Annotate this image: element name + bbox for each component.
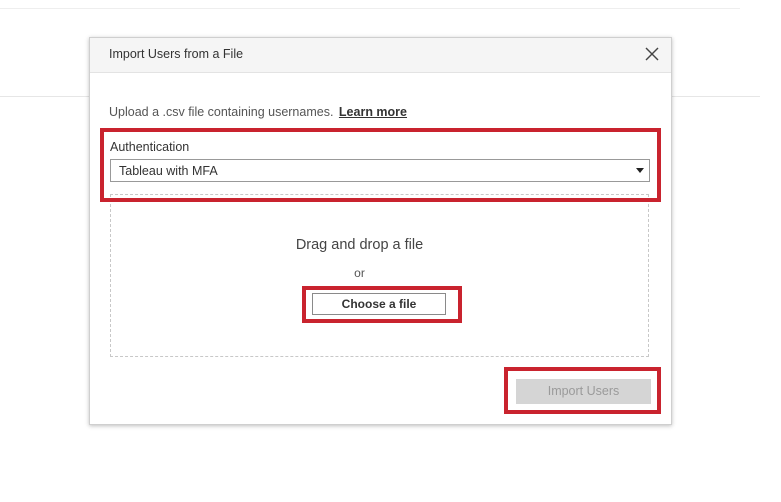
chevron-down-icon xyxy=(636,168,644,173)
learn-more-link[interactable]: Learn more xyxy=(339,105,407,119)
authentication-select[interactable]: Tableau with MFA xyxy=(110,159,650,182)
import-users-dialog: Import Users from a File Upload a .csv f… xyxy=(89,37,672,425)
intro-text: Upload a .csv file containing usernames. xyxy=(109,105,334,119)
close-button[interactable] xyxy=(643,45,661,63)
drag-drop-text: Drag and drop a file xyxy=(295,237,424,253)
authentication-label: Authentication xyxy=(110,140,190,154)
authentication-selected-value: Tableau with MFA xyxy=(119,164,218,178)
background-divider-top xyxy=(0,8,740,9)
dialog-title: Import Users from a File xyxy=(109,47,244,61)
choose-file-button[interactable]: Choose a file xyxy=(312,293,446,315)
intro-text-row: Upload a .csv file containing usernames.… xyxy=(109,105,407,119)
or-text: or xyxy=(354,266,365,280)
close-icon xyxy=(645,47,659,61)
dialog-header: Import Users from a File xyxy=(90,38,671,73)
import-users-button[interactable]: Import Users xyxy=(516,379,651,404)
